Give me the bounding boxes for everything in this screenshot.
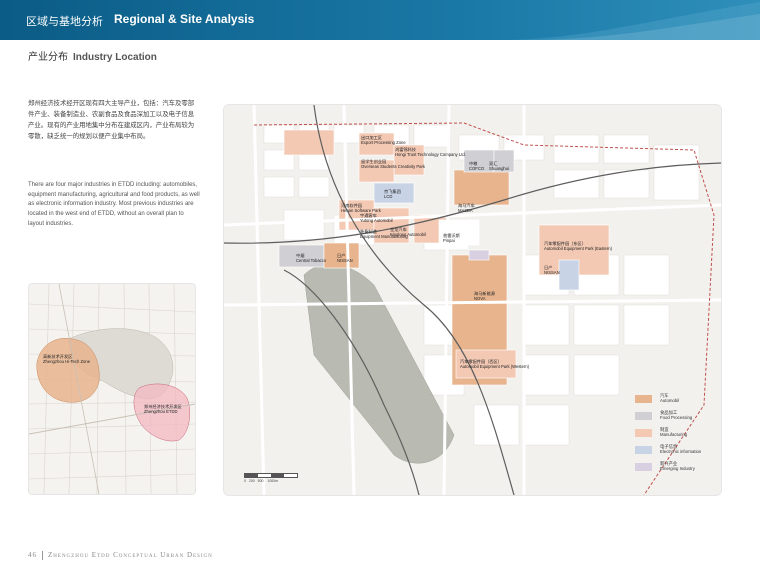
- context-label-etdd-en: Zhengzhou ETDD: [144, 409, 178, 414]
- legend-swatch: [635, 429, 652, 437]
- section-title-en: Industry Location: [73, 52, 157, 63]
- legend-label: 制造 Manufacturing: [660, 427, 688, 438]
- map-label-mazda: 海马汽车 MAZDA: [458, 203, 475, 213]
- legend-swatch: [635, 463, 652, 471]
- header-title-cn: 区域与基地分析: [26, 15, 103, 28]
- map-label-hongtu: 鸿富锦科技 Hongi Trust Technology Company Ltd.: [395, 147, 466, 157]
- header-title-en: Regional & Site Analysis: [114, 12, 255, 26]
- legend-item-automobil: 汽车 Automobil: [635, 393, 717, 410]
- legend-label: 电子信息 Electronic information: [660, 444, 702, 455]
- legend-label: 新兴产业 Emerging Industry: [660, 461, 695, 472]
- map-label-western-park-en: Automobil Equipment Park (Western): [460, 364, 530, 369]
- map-label-nissan-west-en: NISSAN: [337, 258, 353, 263]
- map-label-cofco-en: COFCO: [469, 166, 485, 171]
- map-label-tobacco-en: Central Tobacco: [296, 258, 327, 263]
- footer: 46 Zhengzhou Etdd Conceptual Urban Design: [28, 551, 213, 560]
- header-curve-decoration: [500, 2, 760, 40]
- footer-divider: [42, 551, 43, 560]
- map-label-export-en: Export Processing Zone: [361, 140, 406, 145]
- map-label-nissan-east: 日产 NISSAN: [544, 265, 560, 275]
- map-label-software: 河南软件园 Henan Software Park: [341, 203, 381, 213]
- map-label-shuanghui-en: Shuanghui: [489, 166, 510, 171]
- map-label-mazda-en: MAZDA: [458, 208, 473, 213]
- map-label-pinpai-en: Pinpai: [443, 238, 455, 243]
- map-label-kinglong: 金龙汽车 Kinglong Automobil: [390, 227, 426, 237]
- map-label-hongtu-en: Hongi Trust Technology Company Ltd.: [395, 152, 466, 157]
- map-label-yutong: 宇通客车 Yutong Automobil: [360, 213, 393, 223]
- paragraph-cn: 郑州经济技术经开区现有四大主导产业，包括：汽车及零部件产业、装备制造业、农副食品…: [28, 99, 195, 140]
- map-label-western-park: 汽车零配件园（西区） Automobil Equipment Park (West…: [460, 359, 529, 369]
- map-label-lcd: 京飞集团 LCD: [384, 189, 401, 199]
- map-label-shuanghui: 双汇 Shuanghui: [489, 161, 509, 171]
- footer-title: Zhengzhou Etdd Conceptual Urban Design: [48, 551, 213, 560]
- legend-item-electronic: 电子信息 Electronic information: [635, 444, 717, 461]
- scale-bar: 0 200 500 1000m: [244, 473, 298, 483]
- legend-item-food: 食品加工 Food Processing: [635, 410, 717, 427]
- map-label-eastern-park-en: Automobil Equipment Park (Eastern): [544, 246, 612, 251]
- map-label-lcd-en: LCD: [384, 194, 393, 199]
- legend-swatch: [635, 446, 652, 454]
- page-number: 46: [28, 551, 37, 560]
- industry-map: 出口加工区 Export Processing Zone 鸿富锦科技 Hongi T…: [223, 104, 722, 496]
- map-label-nova: 海马新能源 NOVA: [474, 291, 495, 301]
- legend-label: 食品加工 Food Processing: [660, 410, 693, 421]
- paragraph-en: There are four major industries in ETDD …: [28, 182, 200, 227]
- header-banner: 区域与基地分析 Regional & Site Analysis: [0, 0, 760, 40]
- context-map: 高新技术开发区 Zhengzhou Hi-Tech Zone 郑州经济技术开发区…: [28, 283, 196, 495]
- legend-item-manufacturing: 制造 Manufacturing: [635, 427, 717, 444]
- map-label-nova-en: NOVA: [474, 296, 486, 301]
- context-label-hitech: 高新技术开发区 Zhengzhou Hi-Tech Zone: [43, 354, 90, 364]
- legend-item-emerging: 新兴产业 Emerging Industry: [635, 461, 717, 478]
- map-label-kinglong-en: Kinglong Automobil: [390, 232, 426, 237]
- map-label-eastern-park: 汽车零配件园（东区） Automobil Equipment Park (East…: [544, 241, 612, 251]
- map-label-yutong-en: Yutong Automobil: [360, 218, 393, 223]
- map-label-pinpai: 普雷沃斯 Pinpai: [443, 233, 460, 243]
- map-label-nissan-west: 日产 NISSAN: [337, 253, 353, 263]
- scale-labels: 0 200 500 1000m: [244, 479, 279, 483]
- map-label-tobacco: 中烟 Central Tobacco: [296, 253, 326, 263]
- map-label-nissan-east-en: NISSAN: [544, 270, 560, 275]
- legend-swatch: [635, 412, 652, 420]
- context-label-etdd: 郑州经济技术开发区 Zhengzhou ETDD: [144, 404, 182, 414]
- section-title: 产业分布 Industry Location: [28, 48, 157, 63]
- map-legend: 汽车 Automobil 食品加工 Food Processing 制造 Manufa…: [635, 393, 717, 478]
- scale-bar-graphic: [244, 473, 298, 478]
- map-label-export: 出口加工区 Export Processing Zone: [361, 135, 406, 145]
- map-label-overseas-en: Overseas Students Creativity Park: [361, 164, 426, 169]
- context-label-hitech-en: Zhengzhou Hi-Tech Zone: [43, 359, 91, 364]
- legend-label: 汽车 Automobil: [660, 393, 680, 404]
- section-title-cn: 产业分布: [28, 52, 68, 63]
- map-label-overseas: 留学生创业园 Overseas Students Creativity Park: [361, 159, 425, 169]
- context-map-graphic: [29, 284, 195, 494]
- legend-swatch: [635, 395, 652, 403]
- map-label-cofco: 中粮 COFCO: [469, 161, 484, 171]
